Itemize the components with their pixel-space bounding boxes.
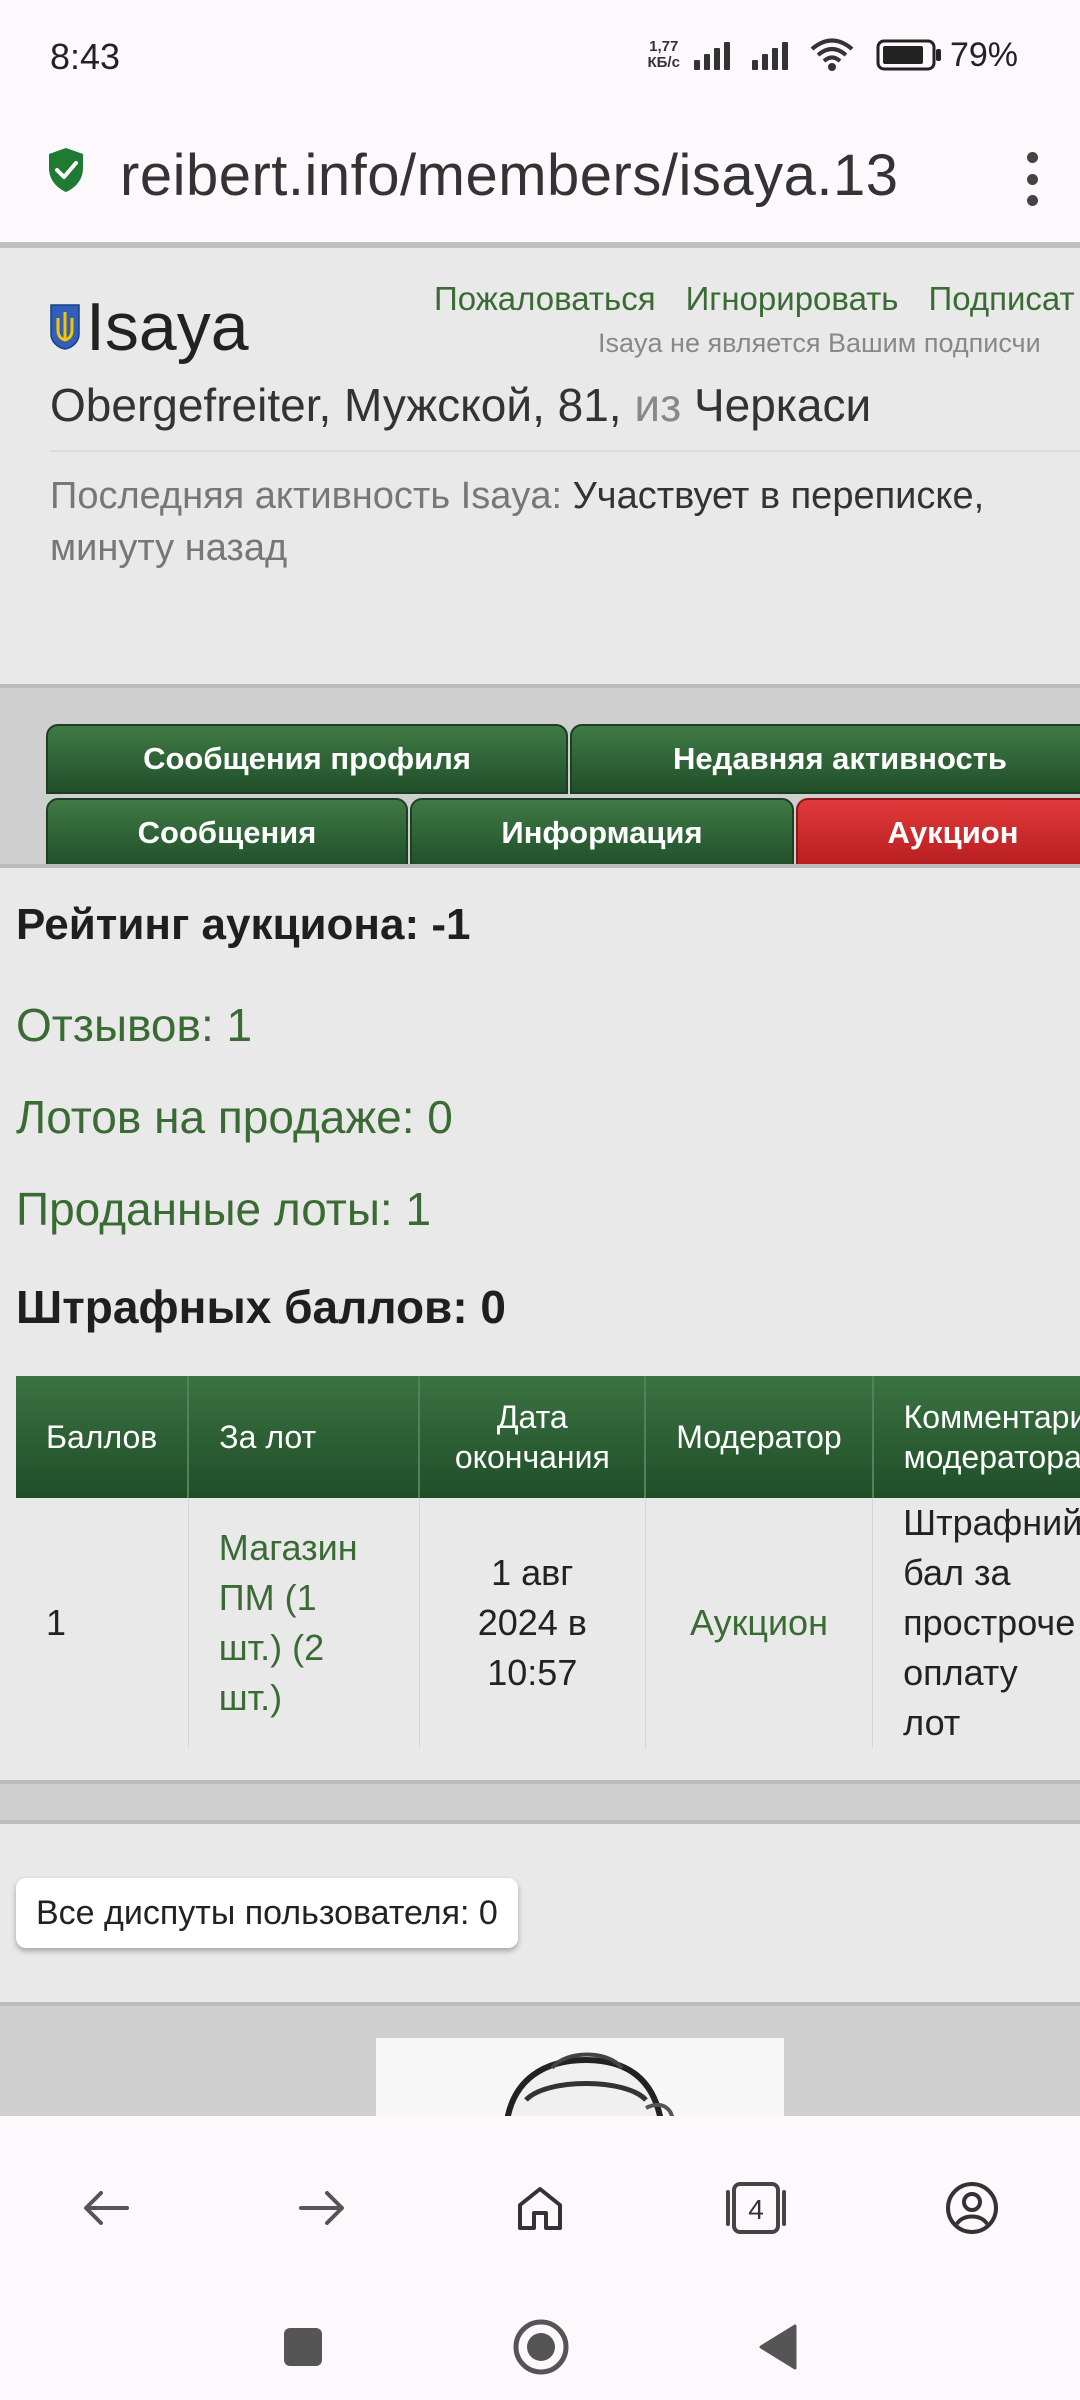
secure-shield-icon[interactable] — [46, 146, 86, 194]
back-triangle-icon[interactable] — [732, 2302, 822, 2392]
tab-recent-activity[interactable]: Недавняя активность — [570, 724, 1080, 794]
profile-actions: Пожаловаться Игнорировать Подписат — [434, 280, 1080, 318]
lots-for-sale-link[interactable]: Лотов на продаже: 0 — [16, 1090, 453, 1144]
profile-header: Isaya Пожаловаться Игнорировать Подписат I… — [0, 254, 1080, 684]
user-info: Obergefreiter, Мужской, 81, из Черкаси — [50, 379, 872, 431]
back-arrow-icon[interactable] — [58, 2160, 154, 2256]
avatar-section — [0, 2002, 1080, 2116]
address-bar[interactable]: reibert.info/members/isaya.13 — [0, 116, 1080, 248]
network-speed: 1,77 КБ/с — [647, 38, 680, 71]
profile-divider — [50, 450, 1080, 452]
all-disputes-button[interactable]: Все диспуты пользователя: 0 — [16, 1878, 518, 1948]
report-link[interactable]: Пожаловаться — [434, 280, 656, 317]
header-lot: За лот — [188, 1376, 421, 1498]
section-separator — [0, 1780, 1080, 1824]
ignore-link[interactable]: Игнорировать — [686, 280, 899, 317]
user-city: Черкаси — [693, 379, 872, 431]
cell-comment: Штрафний бал за простроче оплату лот — [872, 1498, 1080, 1748]
url-fade — [920, 116, 1000, 242]
battery-percent: 79% — [949, 35, 1018, 74]
tab-count: 4 — [748, 2194, 764, 2225]
disputes-section: Все диспуты пользователя: 0 — [0, 1824, 1080, 2004]
tab-auction[interactable]: Аукцион — [796, 798, 1080, 864]
cell-date: 1 авг 2024 в 10:57 — [419, 1498, 646, 1748]
wifi-icon — [810, 38, 854, 71]
auction-content: Рейтинг аукциона: -1 Отзывов: 1 Лотов на… — [0, 868, 1080, 1788]
penalty-table: Баллов За лот Дата окончания Модератор К… — [16, 1376, 1080, 1748]
cell-points: 1 — [16, 1498, 189, 1748]
tab-messages[interactable]: Сообщения — [46, 798, 408, 864]
ukraine-flag-icon — [50, 304, 80, 350]
url-text[interactable]: reibert.info/members/isaya.13 — [120, 142, 899, 209]
header-moderator: Модератор — [645, 1376, 874, 1498]
penalty-points: Штрафных баллов: 0 — [16, 1281, 507, 1333]
home-icon[interactable] — [492, 2160, 588, 2256]
table-row: 1 Магазин ПМ (1 шт.) (2 шт.) 1 авг 2024 … — [16, 1498, 1080, 1748]
battery-icon — [876, 39, 941, 71]
more-menu-icon[interactable] — [1004, 146, 1060, 212]
status-bar: 8:43 1,77 КБ/с 79% — [0, 0, 1080, 116]
cell-lot[interactable]: Магазин ПМ (1 шт.) (2 шт.) — [188, 1498, 420, 1748]
auction-rating: Рейтинг аукциона: -1 — [16, 900, 471, 949]
cell-moderator[interactable]: Аукцион — [645, 1498, 874, 1748]
home-circle-icon[interactable] — [496, 2302, 586, 2392]
status-time: 8:43 — [50, 36, 121, 77]
reviews-link[interactable]: Отзывов: 1 — [16, 998, 252, 1052]
header-date: Дата окончания — [419, 1376, 647, 1498]
recents-square-icon[interactable] — [258, 2302, 348, 2392]
table-header-row: Баллов За лот Дата окончания Модератор К… — [16, 1376, 1080, 1498]
header-points: Баллов — [16, 1376, 190, 1498]
status-icons: 1,77 КБ/с 79% — [647, 30, 1080, 80]
account-icon[interactable] — [924, 2160, 1020, 2256]
forward-arrow-icon[interactable] — [274, 2160, 370, 2256]
sold-lots-link[interactable]: Проданные лоты: 1 — [16, 1182, 431, 1236]
signal-icon — [693, 40, 730, 70]
profile-username: Isaya — [86, 289, 249, 365]
last-activity: Последняя активность Isaya: Участвует в … — [50, 475, 985, 569]
tab-profile-posts[interactable]: Сообщения профиля — [46, 724, 568, 794]
user-avatar-image — [376, 2038, 784, 2116]
subscribe-note: Isaya не является Вашим подписчи — [598, 328, 1041, 358]
tabs-switcher-icon[interactable]: 4 — [708, 2160, 804, 2256]
signal-2-icon — [751, 40, 788, 70]
header-comment: Комментари модератора — [872, 1376, 1080, 1498]
tab-information[interactable]: Информация — [410, 798, 794, 864]
browser-bottom-nav: 4 — [0, 2116, 1080, 2400]
profile-tabs: Сообщения профиля Недавняя активность Со… — [0, 684, 1080, 868]
subscribe-link[interactable]: Подписат — [929, 280, 1075, 317]
